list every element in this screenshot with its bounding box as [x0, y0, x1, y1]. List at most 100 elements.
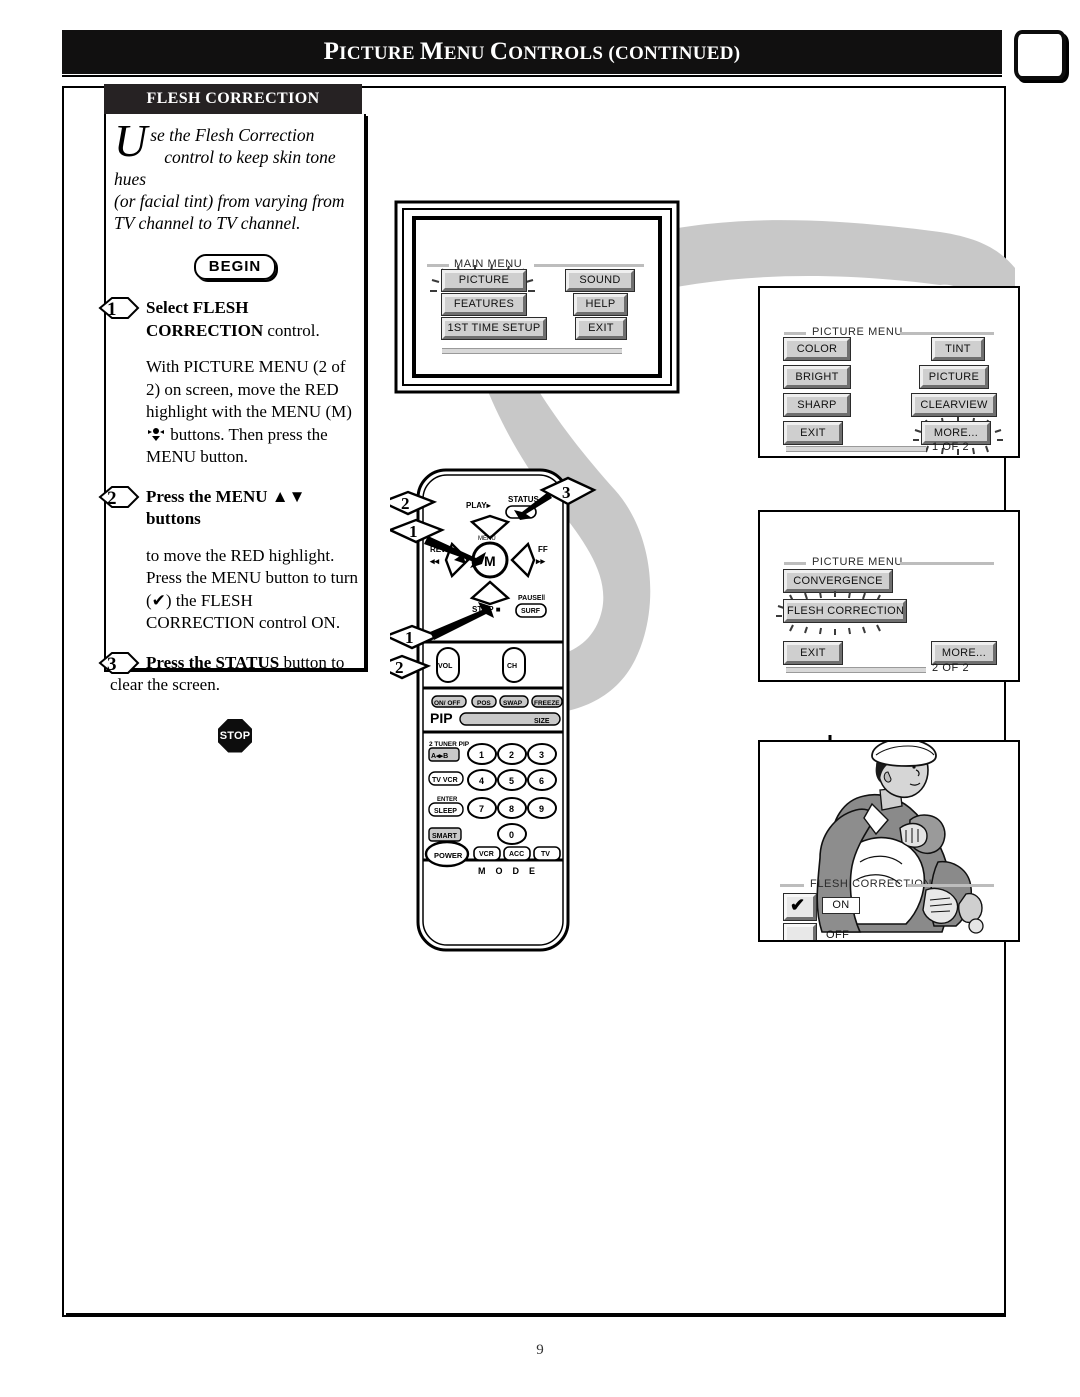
svg-text:SURF: SURF — [521, 608, 541, 615]
section-tab: FLESH CORRECTION — [104, 84, 366, 118]
remote-label-ff: FF — [538, 545, 548, 554]
step-2-number-badge: 2 — [98, 485, 140, 509]
remote-label-2-tuner-pip: 2 TUNER PIP — [429, 741, 470, 748]
flesh-correction-label-off: OFF — [826, 929, 850, 941]
svg-text:9: 9 — [539, 804, 544, 814]
flesh-correction-checkbox-off[interactable] — [783, 923, 817, 940]
tv-screen-icon — [1014, 30, 1066, 80]
main-menu-button-sound[interactable]: SOUND — [565, 269, 635, 292]
svg-text:ACC: ACC — [509, 851, 524, 858]
main-menu-button-picture[interactable]: PICTURE — [441, 269, 527, 292]
svg-text:2: 2 — [401, 494, 410, 513]
step-3-body: clear the screen. — [110, 675, 220, 694]
svg-text:5: 5 — [509, 776, 514, 786]
picture-menu-2-button-more[interactable]: MORE... — [931, 641, 997, 665]
svg-text:0: 0 — [509, 830, 514, 840]
remote-label-pause: PAUSE‖ — [518, 595, 545, 602]
svg-text:2: 2 — [107, 488, 117, 509]
step-3-heading-rest: button to — [279, 652, 345, 672]
picture-menu-button-flesh-correction[interactable]: FLESH CORRECTION — [783, 599, 907, 623]
remote-control: PLAY▸ STATUS M MENU REW ◂◂ FF ▸▸ STOP ■ … — [390, 468, 597, 952]
svg-text:FREEZE: FREEZE — [534, 700, 560, 707]
flesh-correction-checkbox-on[interactable]: ✔ — [783, 893, 817, 921]
main-menu-button-exit[interactable]: EXIT — [575, 317, 627, 340]
step-1-body: With PICTURE MENU (2 of 2) on screen, mo… — [146, 356, 360, 469]
step-2: 2 Press the MENU ▲▼ buttons to move the … — [98, 485, 360, 635]
svg-text:SMART: SMART — [432, 833, 458, 840]
picture-menu-2-title: PICTURE MENU — [812, 556, 903, 568]
section-tab-label: FLESH CORRECTION — [146, 90, 320, 107]
svg-text:POS: POS — [477, 700, 491, 707]
svg-text:◂◂: ◂◂ — [429, 556, 440, 566]
svg-text:1: 1 — [107, 299, 117, 320]
main-menu-screen: MAIN MENU PICTURE SOUND FEATURES HELP 1S… — [414, 218, 660, 376]
svg-text:VOL: VOL — [438, 663, 453, 670]
step-1-heading-2-rest: control. — [263, 320, 320, 340]
step-3-number-badge: 3 — [98, 651, 140, 675]
picture-menu-button-sharp[interactable]: SHARP — [783, 393, 851, 417]
remote-label-enter: ENTER — [437, 797, 458, 803]
svg-text:3: 3 — [539, 750, 544, 760]
menu-navigation-icon — [146, 426, 166, 441]
svg-text:M: M — [484, 553, 496, 569]
stop-marker: STOP — [110, 718, 360, 758]
svg-text:7: 7 — [479, 804, 484, 814]
svg-text:3: 3 — [107, 654, 117, 675]
begin-marker: BEGIN — [110, 254, 360, 280]
step-3-heading: Press the STATUS — [146, 652, 280, 672]
picture-menu-1-page-label: 1 OF 2 — [932, 441, 970, 453]
picture-menu-button-picture[interactable]: PICTURE — [919, 365, 989, 389]
svg-text:MENU: MENU — [478, 536, 496, 542]
intro-line-3: (or facial tint) from varying from TV ch… — [114, 191, 345, 233]
picture-menu-button-exit[interactable]: EXIT — [783, 421, 843, 445]
remote-label-mode: MODE — [478, 866, 545, 876]
svg-text:SWAP: SWAP — [503, 700, 523, 707]
main-menu-button-features[interactable]: FEATURES — [441, 293, 527, 316]
begin-label: BEGIN — [193, 254, 277, 280]
picture-menu-button-bright[interactable]: BRIGHT — [783, 365, 851, 389]
step-2-heading: Press the MENU ▲▼ buttons — [146, 486, 306, 529]
svg-text:2: 2 — [509, 750, 514, 760]
svg-text:SIZE: SIZE — [534, 718, 550, 725]
step-1-body-text-2: buttons. Then press the MENU button. — [146, 424, 328, 467]
intro-line-1: se the Flesh Correction — [150, 125, 315, 145]
step-1-body-text: With PICTURE MENU (2 of 2) on screen, mo… — [146, 357, 352, 421]
svg-text:CH: CH — [507, 663, 517, 670]
step-2-body: to move the RED highlight. Press the MEN… — [146, 545, 359, 633]
manual-page: PICTURE MENU CONTROLS (CONTINUED) FLESH … — [0, 0, 1080, 1397]
svg-text:1: 1 — [409, 522, 418, 541]
page-number: 9 — [536, 1342, 544, 1358]
svg-text:▸▸: ▸▸ — [535, 556, 546, 566]
remote-label-pip: PIP — [430, 710, 453, 726]
picture-menu-button-color[interactable]: COLOR — [783, 337, 851, 361]
page-title: PICTURE MENU CONTROLS (CONTINUED) — [323, 38, 741, 65]
picture-menu-button-convergence[interactable]: CONVERGENCE — [783, 569, 893, 593]
main-menu-button-1st-time-setup[interactable]: 1ST TIME SETUP — [441, 317, 547, 340]
picture-menu-1-title: PICTURE MENU — [812, 326, 903, 338]
svg-text:6: 6 — [539, 776, 544, 786]
picture-menu-2-screen: PICTURE MENU CONVERGENCE FLESH CORRECTIO… — [758, 510, 1020, 682]
picture-menu-2-button-exit[interactable]: EXIT — [783, 641, 843, 665]
svg-text:1: 1 — [405, 628, 414, 647]
svg-text:8: 8 — [509, 804, 514, 814]
illustration-area: MAIN MENU PICTURE SOUND FEATURES HELP 1S… — [380, 190, 1020, 980]
stop-sign-icon: STOP — [218, 718, 252, 753]
intro-paragraph: Use the Flesh Correction control to keep… — [110, 118, 360, 234]
stop-sign-label: STOP — [219, 729, 251, 742]
svg-text:4: 4 — [479, 776, 484, 786]
svg-text:SLEEP: SLEEP — [434, 808, 457, 815]
main-menu-button-help[interactable]: HELP — [573, 293, 628, 316]
svg-text:TV VCR: TV VCR — [432, 777, 458, 784]
picture-menu-button-clearview[interactable]: CLEARVIEW — [911, 393, 997, 417]
picture-menu-1-screen: PICTURE MENU COLOR TINT BRIGHT PICTURE S… — [758, 286, 1020, 458]
step-1-heading: Select FLESH — [146, 298, 249, 317]
svg-text:3: 3 — [562, 483, 571, 502]
svg-text:ON/ OFF: ON/ OFF — [434, 700, 460, 707]
step-1-number-badge: 1 — [98, 296, 140, 320]
svg-text:1: 1 — [479, 750, 484, 760]
svg-text:VCR: VCR — [479, 851, 494, 858]
step-1-heading-2: CORRECTION — [146, 320, 264, 340]
drop-cap: U — [114, 115, 148, 166]
check-icon: ✔ — [790, 895, 806, 915]
picture-menu-button-tint[interactable]: TINT — [931, 337, 985, 361]
